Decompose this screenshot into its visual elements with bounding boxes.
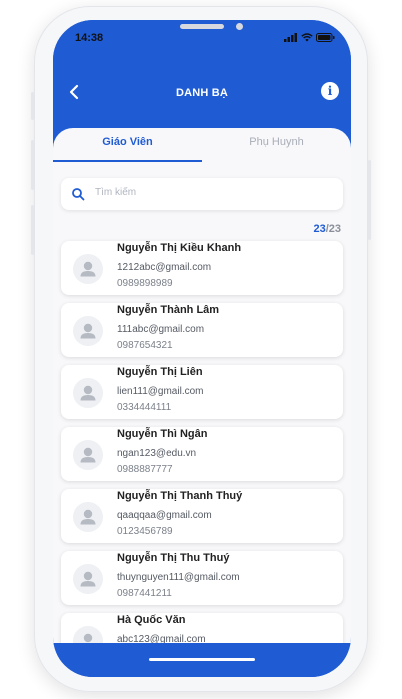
contact-name: Hà Quốc Văn (117, 614, 186, 626)
contact-email: 1212abc@gmail.com (117, 262, 212, 273)
tab-parents[interactable]: Phụ Huynh (202, 136, 351, 148)
camera-dot (236, 23, 243, 30)
contact-name: Nguyễn Thành Lâm (117, 304, 220, 316)
speaker-notch (180, 24, 224, 29)
search-icon (72, 188, 85, 201)
contact-name: Nguyễn Thị Liên (117, 366, 203, 378)
contact-name: Nguyễn Thì Ngân (117, 428, 208, 440)
contacts-panel: Giáo Viên Phụ Huynh Tìm kiếm 23/23 Nguyễ… (53, 128, 351, 653)
contact-count-total: /23 (325, 223, 341, 235)
power-button (368, 160, 371, 240)
contact-phone: 0987654321 (117, 340, 173, 351)
contact-email: ngan123@edu.vn (117, 448, 197, 459)
status-time: 14:38 (75, 32, 104, 44)
wifi-icon (301, 33, 313, 42)
tab-teachers[interactable]: Giáo Viên (53, 136, 202, 148)
bottom-bar (53, 643, 351, 677)
info-icon[interactable]: i (321, 82, 339, 100)
battery-icon (316, 33, 335, 42)
page-title: DANH BẠ (175, 87, 229, 99)
search-placeholder: Tìm kiếm (95, 187, 137, 198)
avatar-icon (73, 378, 103, 408)
avatar-icon (73, 440, 103, 470)
avatar-icon (73, 316, 103, 346)
contact-email: thuynguyen111@gmail.com (117, 572, 240, 583)
contact-card[interactable]: Nguyễn Thị Thu Thuý thuynguyen111@gmail.… (61, 551, 343, 605)
contact-name: Nguyễn Thị Thanh Thuý (117, 490, 243, 502)
volume-up-button (31, 140, 34, 190)
contact-email: lien111@gmail.com (117, 386, 204, 397)
avatar-icon (73, 254, 103, 284)
contact-card[interactable]: Nguyễn Thị Thanh Thuý qaaqqaa@gmail.com … (61, 489, 343, 543)
contact-email: 111abc@gmail.com (117, 324, 205, 335)
signal-icon (284, 33, 297, 42)
contact-card[interactable]: Nguyễn Thì Ngân ngan123@edu.vn 098888777… (61, 427, 343, 481)
active-tab-indicator (53, 160, 202, 162)
status-icons (284, 33, 335, 42)
contact-email: qaaqqaa@gmail.com (117, 510, 212, 521)
contact-card[interactable]: Nguyễn Thị Kiều Khanh 1212abc@gmail.com … (61, 241, 343, 295)
home-indicator[interactable] (149, 658, 255, 661)
volume-down-button (31, 205, 34, 255)
contact-phone: 0988887777 (117, 464, 173, 475)
app-screen: 14:38 DANH BẠ i Giáo Viên Phụ Huynh Tìm … (53, 20, 351, 677)
contact-name: Nguyễn Thị Kiều Khanh (117, 242, 242, 254)
contact-name: Nguyễn Thị Thu Thuý (117, 552, 230, 564)
contact-count: 23/23 (313, 223, 341, 235)
mute-switch (31, 92, 34, 120)
search-input[interactable]: Tìm kiếm (61, 178, 343, 210)
avatar-icon (73, 502, 103, 532)
contact-count-current: 23 (313, 223, 326, 235)
contact-phone: 0987441211 (117, 588, 172, 599)
contact-phone: 0123456789 (117, 526, 173, 537)
contact-phone: 0989898989 (117, 278, 173, 289)
contact-phone: 0334444111 (117, 402, 172, 413)
tab-bar: Giáo Viên Phụ Huynh (53, 128, 351, 162)
avatar-icon (73, 564, 103, 594)
contact-card[interactable]: Nguyễn Thị Liên lien111@gmail.com 033444… (61, 365, 343, 419)
contact-card[interactable]: Nguyễn Thành Lâm 111abc@gmail.com 098765… (61, 303, 343, 357)
